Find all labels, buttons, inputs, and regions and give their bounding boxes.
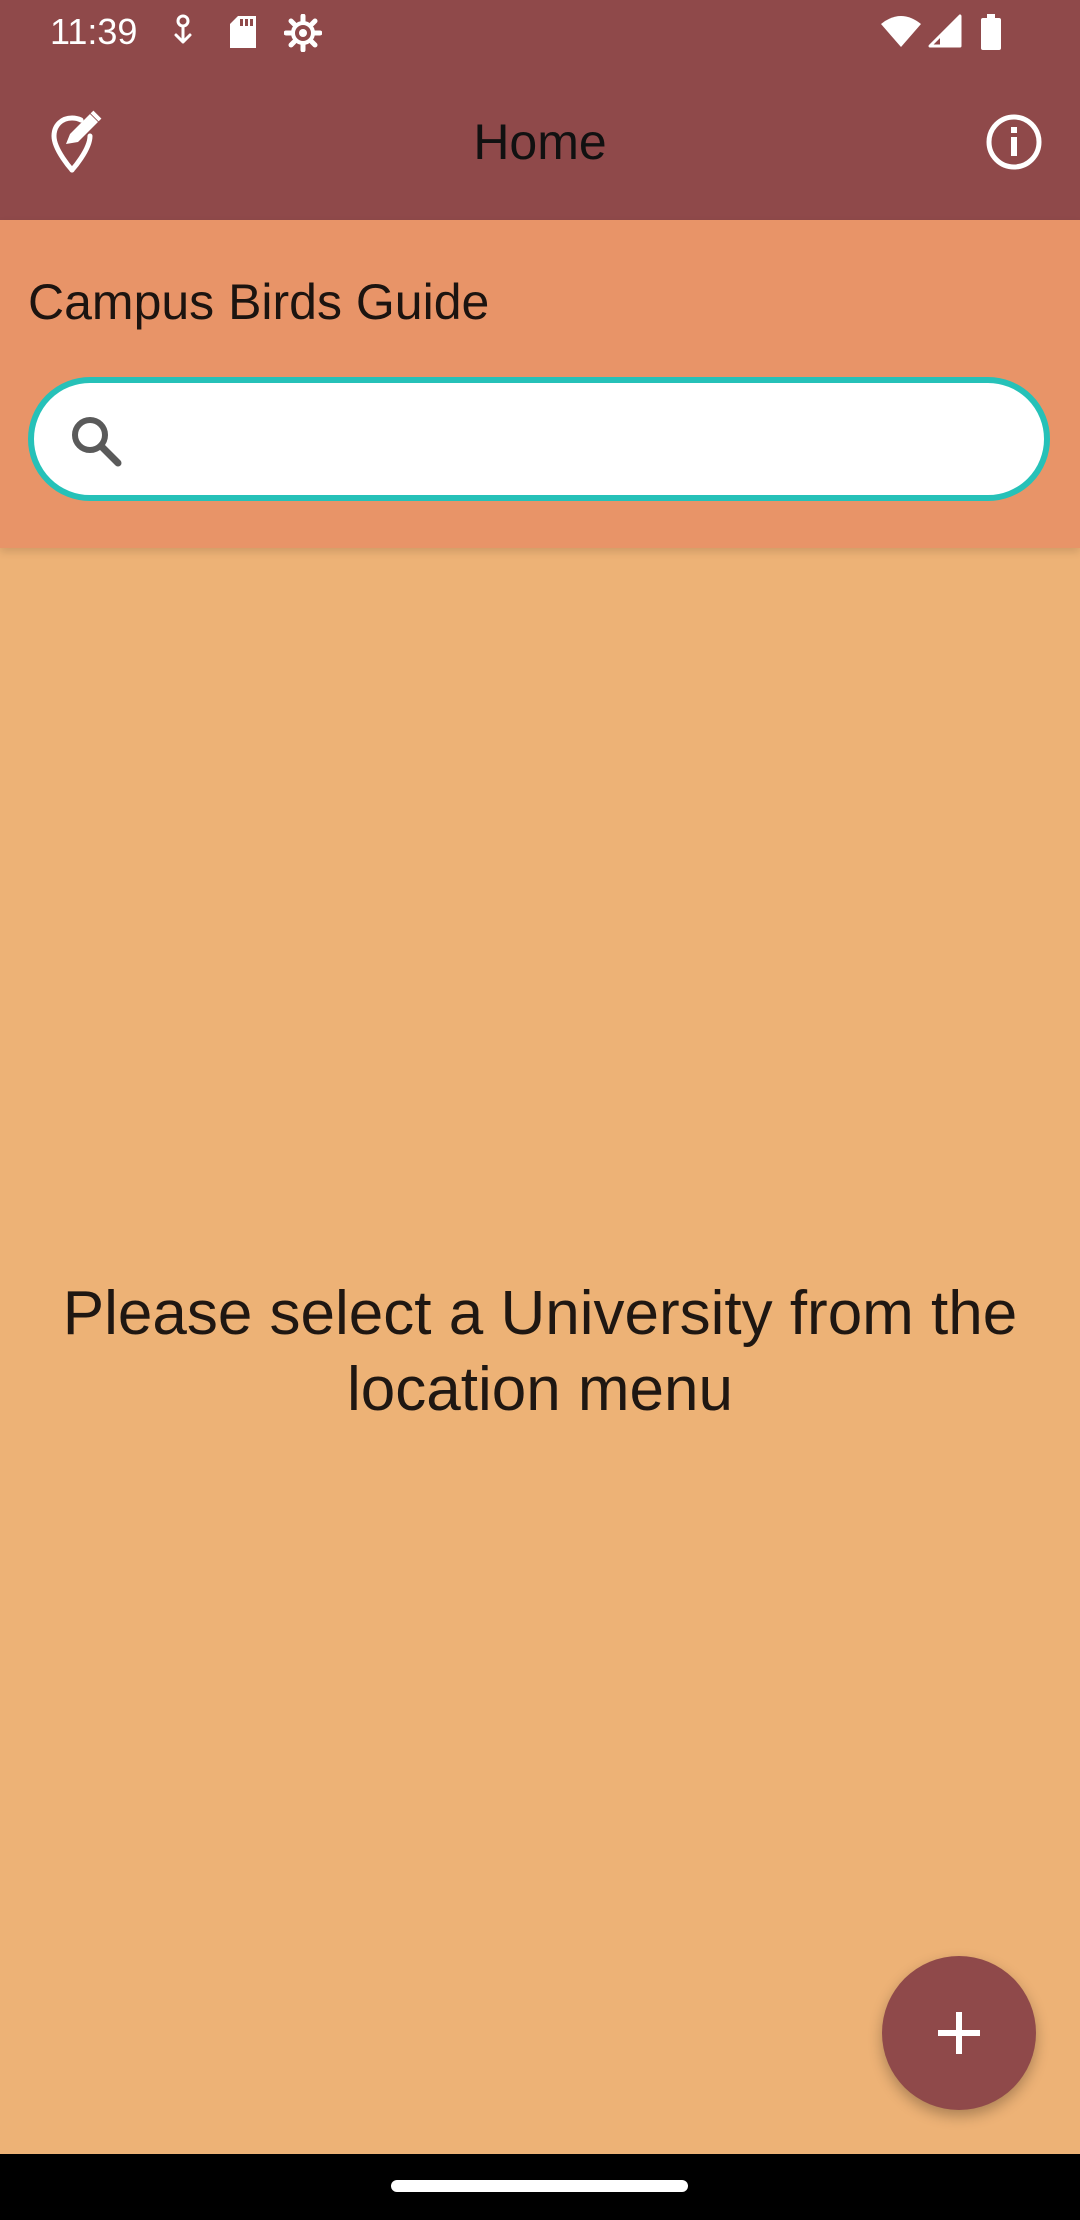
wifi-icon (881, 16, 921, 47)
location-edit-icon (51, 110, 102, 173)
info-button[interactable] (974, 102, 1054, 182)
status-bar: 11:39 (0, 0, 1080, 64)
search-input[interactable] (144, 395, 1028, 485)
navigation-bar (0, 2154, 1080, 2220)
add-button[interactable] (882, 1956, 1036, 2110)
location-edit-button[interactable] (38, 102, 118, 182)
info-icon (986, 114, 1042, 170)
signal-icon (928, 14, 962, 48)
search-bar[interactable] (28, 377, 1050, 501)
page-title: Home (473, 114, 607, 170)
battery-icon (981, 14, 1001, 50)
guide-title: Campus Birds Guide (28, 274, 490, 330)
gear-icon (284, 14, 322, 52)
download-icon (174, 14, 192, 44)
empty-state-message: Please select a University from the loca… (62, 1279, 1018, 1424)
header-panel: Campus Birds Guide (0, 220, 1080, 548)
search-icon (72, 417, 122, 467)
plus-icon (938, 2012, 980, 2054)
home-gesture-handle[interactable] (391, 2180, 688, 2192)
status-time: 11:39 (50, 11, 138, 52)
app-bar: Home (0, 64, 1080, 220)
sd-card-icon (230, 16, 256, 48)
